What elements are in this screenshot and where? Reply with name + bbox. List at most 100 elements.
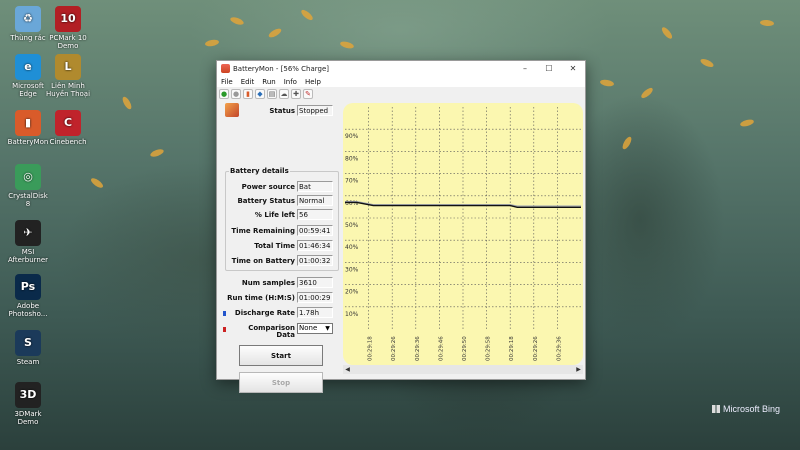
scroll-left-icon[interactable]: ◀ [343,365,352,374]
battery-chart-svg: 90% 80% 70% 60% 50% 40% 30% 20% 10% 00:29:18 00:29… [343,103,583,365]
desktop-icon[interactable]: C Cinebench [46,110,90,146]
log-icon[interactable]: ▤ [267,88,277,99]
desktop-icon[interactable]: L Liên Minh Huyền Thoại [46,54,90,98]
chart-horizontal-scrollbar[interactable]: ◀ ▶ [343,365,583,374]
start-button[interactable]: Start [239,345,323,366]
battery-status-label: Battery Status [237,197,295,205]
comparison-row: Comparison Data None ▼ [221,323,339,339]
life-left-value: 56 [297,209,333,220]
minimize-button[interactable]: – [513,61,537,76]
chevron-down-icon: ▼ [325,325,330,332]
desktop-icon[interactable]: Ps Adobe Photosho... [6,274,50,318]
config-icon[interactable]: ✚ [291,88,301,99]
battery-details-title: Battery details [229,167,290,175]
battery-icon[interactable]: ▮ [243,88,253,99]
recycle-bin-icon: ♻ [15,6,41,32]
status-row: Status Stopped [221,105,339,117]
detail-row: Battery Status Normal [221,195,339,207]
bing-watermark: Microsoft Bing [712,404,780,414]
photoshop-icon: Ps [15,274,41,300]
discharge-rate-row: Discharge Rate 1.78h [221,307,339,319]
num-samples-row: Num samples 3610 [221,277,339,289]
menu-info[interactable]: Info [280,78,301,86]
stop-icon[interactable]: ● [231,88,241,99]
desktop-icon-label: Adobe Photosho... [8,302,48,318]
info-icon[interactable]: ◆ [255,88,265,99]
num-samples-value: 3610 [297,277,333,288]
x-tick-label: 00:29:36 [556,336,562,361]
afterburner-icon: ✈ [15,220,41,246]
discharge-rate-label: Discharge Rate [234,309,295,317]
y-tick-label: 90% [345,133,359,140]
total-time-value: 01:46:34 [297,240,333,251]
detail-row: Total Time 01:46:34 [221,240,339,252]
time-remaining-label: Time Remaining [231,227,295,235]
y-tick-label: 10% [345,311,359,318]
desktop-icon-label: CrystalDisk 8 [8,192,48,208]
menu-run[interactable]: Run [258,78,279,86]
x-tick-label: 00:29:46 [438,336,444,361]
run-time-value: 01:00:29 [297,292,333,303]
desktop-icon-label: MSI Afterburner [7,248,49,264]
total-time-label: Total Time [254,242,295,250]
bing-logo-icon [712,405,720,413]
comparison-select[interactable]: None ▼ [297,323,333,334]
desktop-icon[interactable]: ♻ Thùng rác [6,6,50,42]
battery-chart: 90% 80% 70% 60% 50% 40% 30% 20% 10% 00:29:18 00:29… [343,103,583,365]
battery-status-value: Normal [297,195,333,206]
title-bar[interactable]: BatteryMon - [56% Charge] – ☐ ✕ [217,61,585,76]
x-tick-label: 00:29:18 [368,336,374,361]
power-source-label: Power source [241,183,295,191]
scroll-right-icon[interactable]: ▶ [574,365,583,374]
desktop-icon-label: 3DMark Demo [14,410,42,426]
x-tick-label: 00:29:26 [533,336,539,361]
desktop-icon-label: Microsoft Edge [12,82,44,98]
desktop-icon[interactable]: ◎ CrystalDisk 8 [6,164,50,208]
y-tick-label: 60% [345,200,359,207]
discharge-color-swatch [223,311,226,316]
comparison-color-swatch [223,327,226,332]
x-tick-label: 00:29:50 [462,336,468,361]
maximize-button[interactable]: ☐ [537,61,561,76]
desktop-icon[interactable]: ✈ MSI Afterburner [6,220,50,264]
detail-row: Time on Battery 01:00:32 [221,255,339,267]
x-tick-label: 00:29:58 [486,336,492,361]
cloud-icon[interactable]: ☁ [279,88,289,99]
time-on-battery-value: 01:00:32 [297,255,333,266]
status-label: Status [269,107,295,115]
x-tick-label: 00:29:18 [509,336,515,361]
desktop-icon[interactable]: S Steam [6,330,50,366]
discharge-rate-value: 1.78h [297,307,333,318]
window-title: BatteryMon - [56% Charge] [233,64,330,73]
y-tick-label: 20% [345,289,359,296]
desktop-icon-label: Steam [16,358,40,366]
menu-bar: File Edit Run Info Help [217,76,585,87]
y-tick-label: 50% [345,222,359,229]
bing-label: Microsoft Bing [723,404,781,414]
app-icon [221,64,230,73]
edit-icon[interactable]: ✎ [303,88,313,99]
batterymon-window: BatteryMon - [56% Charge] – ☐ ✕ File Edi… [216,60,586,393]
detail-row: Power source Bat [221,181,339,193]
desktop-icon[interactable]: e Microsoft Edge [6,54,50,98]
menu-help[interactable]: Help [301,78,325,86]
desktop-icon[interactable]: 10 PCMark 10 Demo [46,6,90,50]
desktop-icon[interactable]: 3D 3DMark Demo [6,382,50,426]
start-icon[interactable]: ● [219,88,229,99]
desktop-icon-label: Cinebench [49,138,87,146]
power-source-value: Bat [297,181,333,192]
close-button[interactable]: ✕ [561,61,585,76]
time-on-battery-label: Time on Battery [231,257,295,265]
batterymon-icon: ▮ [15,110,41,136]
menu-file[interactable]: File [217,78,237,86]
pcmark-icon: 10 [55,6,81,32]
y-tick-label: 30% [345,266,359,273]
edge-icon: e [15,54,41,80]
y-tick-label: 40% [345,244,359,251]
desktop-icon[interactable]: ▮ BatteryMon [6,110,50,146]
desktop-icon-label: Liên Minh Huyền Thoại [46,82,91,98]
desktop-icon-label: BatteryMon [7,138,49,146]
detail-row: % Life left 56 [221,209,339,221]
y-tick-label: 70% [345,178,359,185]
menu-edit[interactable]: Edit [237,78,259,86]
